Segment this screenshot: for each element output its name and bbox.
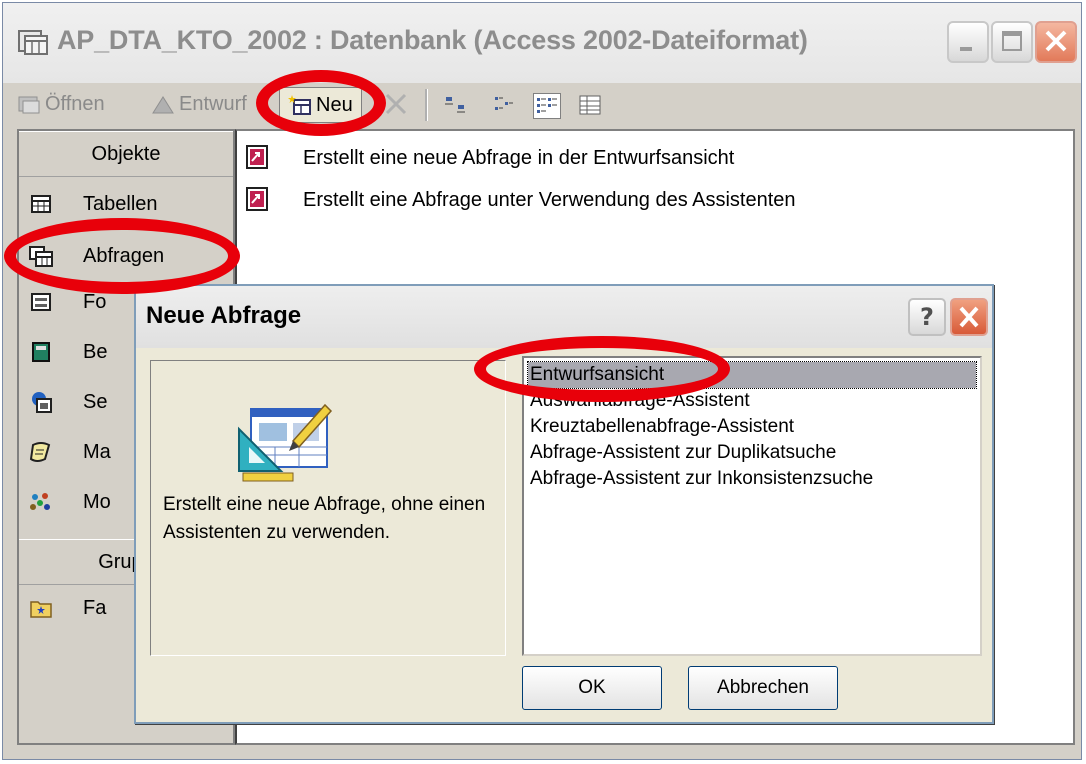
dialog-title-bar: Neue Abfrage ? (136, 286, 992, 348)
dialog-title: Neue Abfrage (146, 302, 302, 329)
window-title: AP_DTA_KTO_2002 : Datenbank (Access 2002… (57, 25, 808, 55)
cancel-button[interactable]: Abbrechen (688, 666, 838, 710)
design-button[interactable]: Entwurf (151, 89, 247, 119)
database-icon (18, 30, 48, 55)
dialog-close-button[interactable] (950, 298, 988, 336)
query-option-select-wizard[interactable]: Auswahlabfrage-Assistent (528, 388, 976, 414)
favorites-icon (30, 601, 52, 618)
details-view-icon[interactable] (577, 93, 603, 117)
list-view-icon[interactable] (533, 93, 561, 119)
large-icons-view-icon[interactable] (443, 93, 469, 117)
sidebar-item-seiten[interactable]: Se (29, 383, 107, 421)
sidebar-item-berichte[interactable]: Be (29, 333, 107, 371)
sidebar-item-formulare[interactable]: Fo (29, 283, 106, 321)
ok-button[interactable]: OK (522, 666, 662, 710)
report-icon (32, 342, 50, 362)
help-button[interactable]: ? (908, 298, 946, 336)
sidebar-item-label: Abfragen (83, 244, 165, 267)
macro-icon (29, 442, 51, 462)
objects-header[interactable]: Objekte (19, 131, 233, 177)
open-button[interactable]: Öffnen (17, 89, 105, 119)
query-option-design-view[interactable]: Entwurfsansicht (527, 361, 977, 389)
list-item[interactable]: Erstellt eine neue Abfrage in der Entwur… (245, 141, 734, 175)
module-icon (30, 493, 50, 510)
sidebar-item-favoriten[interactable]: Fa (29, 589, 106, 627)
sidebar-item-label: Fo (83, 290, 107, 313)
delete-icon[interactable] (383, 91, 409, 117)
sidebar-item-label: Mo (83, 490, 111, 513)
new-button[interactable]: Neu (279, 87, 362, 123)
sidebar-item-tabellen[interactable]: Tabellen (29, 185, 158, 223)
query-option-crosstab-wizard[interactable]: Kreuztabellenabfrage-Assistent (528, 414, 976, 440)
list-item-label: Erstellt eine neue Abfrage in der Entwur… (303, 146, 735, 169)
list-item[interactable]: Erstellt eine Abfrage unter Verwendung d… (245, 183, 796, 217)
sidebar-item-makros[interactable]: Ma (29, 433, 111, 471)
shortcut-icon (246, 187, 268, 211)
sidebar-item-label: Ma (83, 440, 111, 463)
open-icon (18, 96, 40, 114)
design-icon (152, 96, 174, 114)
open-label: Öffnen (45, 92, 105, 115)
sidebar-item-module[interactable]: Mo (29, 483, 111, 521)
preview-panel: Erstellt eine neue Abfrage, ohne einen A… (150, 360, 506, 656)
sidebar-item-label: Fa (83, 596, 107, 619)
shortcut-icon (246, 145, 268, 169)
query-option-duplicates-wizard[interactable]: Abfrage-Assistent zur Duplikatsuche (528, 440, 976, 466)
design-label: Entwurf (179, 92, 247, 115)
close-icon (1045, 30, 1067, 52)
sidebar-item-label: Tabellen (83, 192, 158, 215)
sidebar-item-label: Se (83, 390, 108, 413)
new-query-dialog: Neue Abfrage ? Erstellt eine neue Abfrag… (134, 284, 994, 724)
dialog-description: Erstellt eine neue Abfrage, ohne einen A… (163, 494, 486, 543)
close-button[interactable] (1035, 21, 1077, 63)
maximize-button[interactable] (991, 21, 1033, 63)
title-bar: AP_DTA_KTO_2002 : Datenbank (Access 2002… (3, 3, 1081, 83)
minimize-icon (960, 47, 972, 51)
table-icon (31, 195, 51, 213)
form-icon (31, 293, 51, 311)
sidebar-item-label: Be (83, 340, 108, 363)
page-icon (32, 392, 52, 413)
list-item-label: Erstellt eine Abfrage unter Verwendung d… (303, 188, 796, 211)
maximize-icon (1002, 31, 1022, 51)
design-view-illustration-icon (238, 403, 333, 482)
small-icons-view-icon[interactable] (491, 93, 517, 117)
sidebar-item-abfragen[interactable]: Abfragen (29, 237, 164, 275)
toolbar: Öffnen Entwurf Neu (3, 83, 1081, 127)
query-option-unmatched-wizard[interactable]: Abfrage-Assistent zur Inkonsistenzsuche (528, 466, 976, 492)
new-query-icon (288, 95, 311, 115)
query-type-list[interactable]: Entwurfsansicht Auswahlabfrage-Assistent… (522, 356, 982, 656)
toolbar-separator (425, 89, 428, 121)
minimize-button[interactable] (947, 21, 989, 63)
new-label: Neu (316, 93, 353, 116)
close-icon (959, 306, 979, 328)
query-icon (29, 246, 53, 267)
